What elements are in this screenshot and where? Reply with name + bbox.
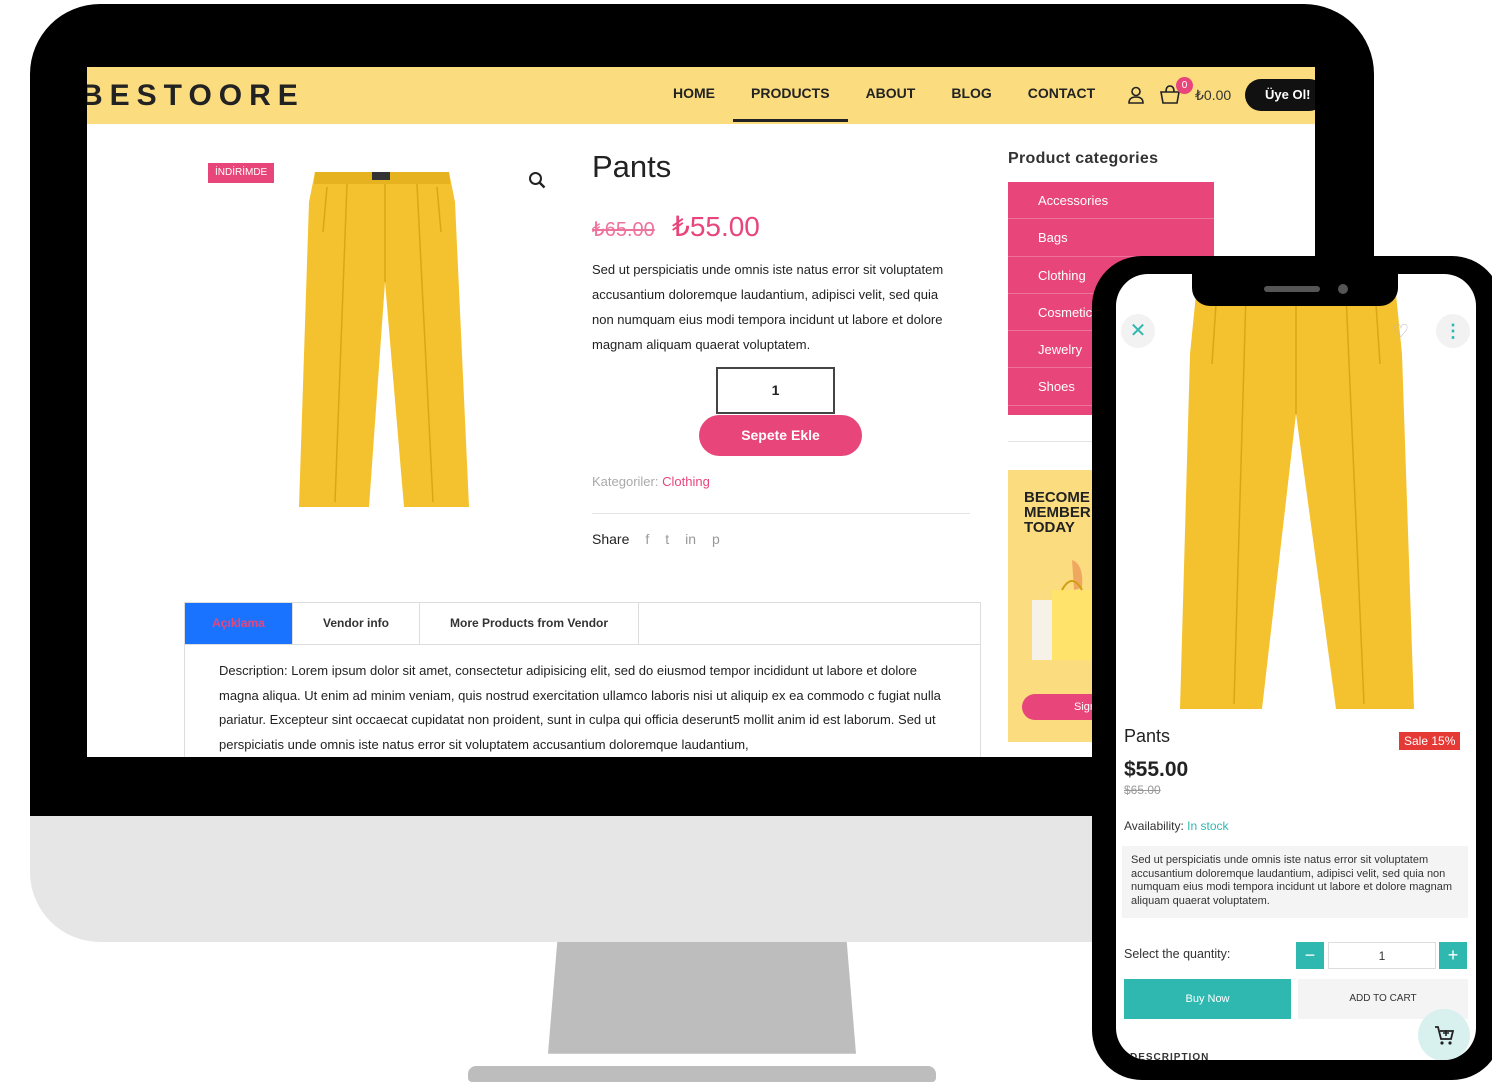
mobile-old-price: $65.00 [1124,783,1161,797]
mobile-sale-badge: Sale 15% [1399,732,1461,750]
nav-contact[interactable]: CONTACT [1028,85,1095,101]
add-cart-icon [1435,1026,1455,1045]
cart-count-badge: 0 [1176,77,1193,94]
short-description: Sed ut perspiciatis unde omnis iste natu… [592,262,944,352]
product-image[interactable] [287,162,477,512]
heart-icon[interactable]: ♡ [1384,314,1418,348]
share-label: Share [592,531,630,547]
sidebar-item-accessories[interactable]: Accessories [1008,182,1214,220]
categories-label: Kategoriler: [592,474,659,489]
availability-value: In stock [1187,819,1229,833]
monitor-stand-foot [468,1066,936,1082]
sidebar-title: Product categories [1008,150,1159,167]
more-options-icon[interactable]: ⋮ [1436,314,1470,348]
monitor-stand [548,942,856,1054]
quantity-minus-button[interactable]: − [1296,942,1324,969]
sidebar-item-bags[interactable]: Bags [1008,219,1214,257]
add-to-cart-button[interactable]: Sepete Ekle [699,415,862,456]
availability-label: Availability: [1124,819,1184,833]
product-title: Pants [592,149,672,184]
twitter-icon[interactable]: t [665,531,669,547]
mobile-product-title: Pants [1124,726,1171,746]
share-row: Share f t in p [592,531,720,547]
mobile-short-description: Sed ut perspiciatis unde omnis iste natu… [1122,846,1468,918]
user-icon[interactable] [1127,86,1145,104]
tab-description-body: Description: Lorem ipsum dolor sit amet,… [219,663,941,752]
signup-button[interactable]: Üye Ol! [1245,79,1315,111]
product-tabs: Açıklama Vendor info More Products from … [184,602,981,757]
buy-now-button[interactable]: Buy Now [1124,979,1291,1019]
product-categories: Kategoriler: Clothing [592,474,710,489]
mobile-product-image[interactable] [1176,294,1416,709]
mobile-quantity-input[interactable]: 1 [1328,942,1436,969]
divider [592,513,970,514]
linkedin-icon[interactable]: in [685,531,696,547]
tabs-bar: Açıklama Vendor info More Products from … [185,603,980,645]
pinterest-icon[interactable]: p [712,531,720,547]
tab-description[interactable]: Açıklama [185,603,293,644]
site-logo[interactable]: BESTOORE [87,79,305,113]
old-price: ₺65.00 [592,219,655,241]
quantity-input[interactable]: 1 [716,367,835,414]
nav-home[interactable]: HOME [673,85,715,101]
floating-cart-button[interactable] [1418,1009,1470,1060]
tab-more-products[interactable]: More Products from Vendor [420,603,640,644]
main-nav: HOME PRODUCTS ABOUT BLOG CONTACT [673,85,1131,122]
shopping-bags-icon [1032,560,1092,660]
mobile-availability: Availability: In stock [1124,819,1229,833]
category-link[interactable]: Clothing [662,474,710,489]
quantity-label: Select the quantity: [1124,947,1231,961]
facebook-icon[interactable]: f [645,531,649,547]
sale-price: ₺55.00 [672,211,760,242]
phone-camera [1338,284,1348,294]
site-header: BESTOORE HOME PRODUCTS ABOUT BLOG CONTAC… [87,67,1315,124]
quantity-plus-button[interactable]: + [1439,942,1467,969]
search-zoom-icon[interactable] [528,171,546,189]
tab-vendor-info[interactable]: Vendor info [293,603,420,644]
nav-about[interactable]: ABOUT [866,85,916,101]
cart-total[interactable]: ₺0.00 [1195,87,1231,104]
phone-speaker [1264,286,1320,292]
nav-products[interactable]: PRODUCTS [733,85,848,122]
mobile-price: $55.00 [1124,758,1189,781]
nav-blog[interactable]: BLOG [951,85,991,101]
sale-badge: İNDİRİMDE [208,163,275,183]
description-heading: DESCRIPTION [1130,1052,1210,1060]
stage: BESTOORE HOME PRODUCTS ABOUT BLOG CONTAC… [0,0,1492,1086]
mobile-screen: ✕ ♡ ⋮ Pants Sale 15% $55.00 $65.00 Avail… [1116,274,1476,1060]
close-icon[interactable]: ✕ [1121,314,1155,348]
